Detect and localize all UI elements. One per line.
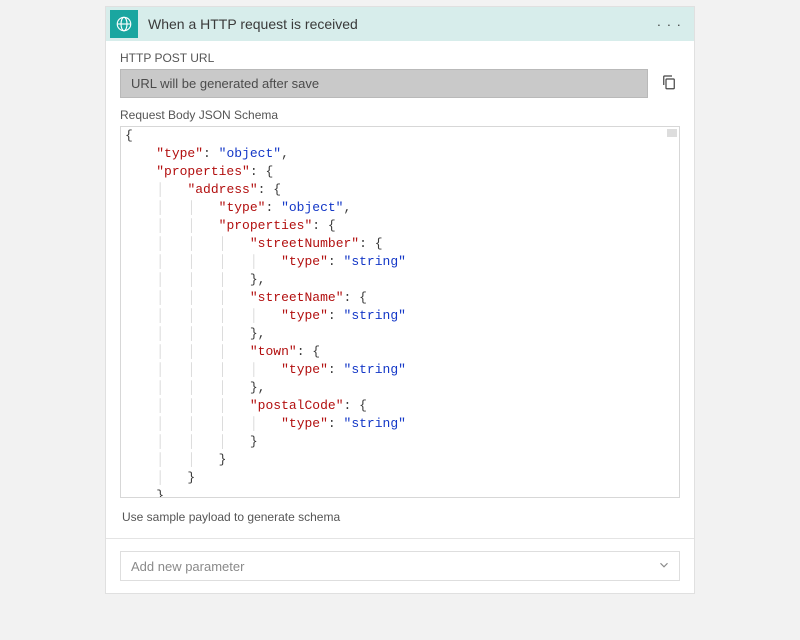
add-parameter-placeholder: Add new parameter — [131, 559, 244, 574]
url-value-box: URL will be generated after save — [120, 69, 648, 98]
trigger-card: When a HTTP request is received · · · HT… — [105, 6, 695, 594]
schema-label: Request Body JSON Schema — [120, 108, 680, 122]
schema-text[interactable]: { "type": "object", "properties": { │ "a… — [121, 127, 679, 498]
use-sample-payload-link[interactable]: Use sample payload to generate schema — [120, 498, 680, 536]
scrollbar-hint — [667, 129, 677, 137]
schema-editor[interactable]: { "type": "object", "properties": { │ "a… — [120, 126, 680, 498]
add-parameter-dropdown[interactable]: Add new parameter — [120, 551, 680, 581]
divider — [106, 538, 694, 539]
card-menu-button[interactable]: · · · — [649, 17, 690, 32]
card-body: HTTP POST URL URL will be generated afte… — [106, 41, 694, 581]
chevron-down-icon — [657, 558, 671, 575]
card-title: When a HTTP request is received — [148, 16, 649, 32]
url-label: HTTP POST URL — [120, 51, 680, 65]
http-trigger-icon — [110, 10, 138, 38]
card-header[interactable]: When a HTTP request is received · · · — [106, 7, 694, 41]
url-row: URL will be generated after save — [120, 69, 680, 98]
copy-url-button[interactable] — [658, 71, 680, 96]
